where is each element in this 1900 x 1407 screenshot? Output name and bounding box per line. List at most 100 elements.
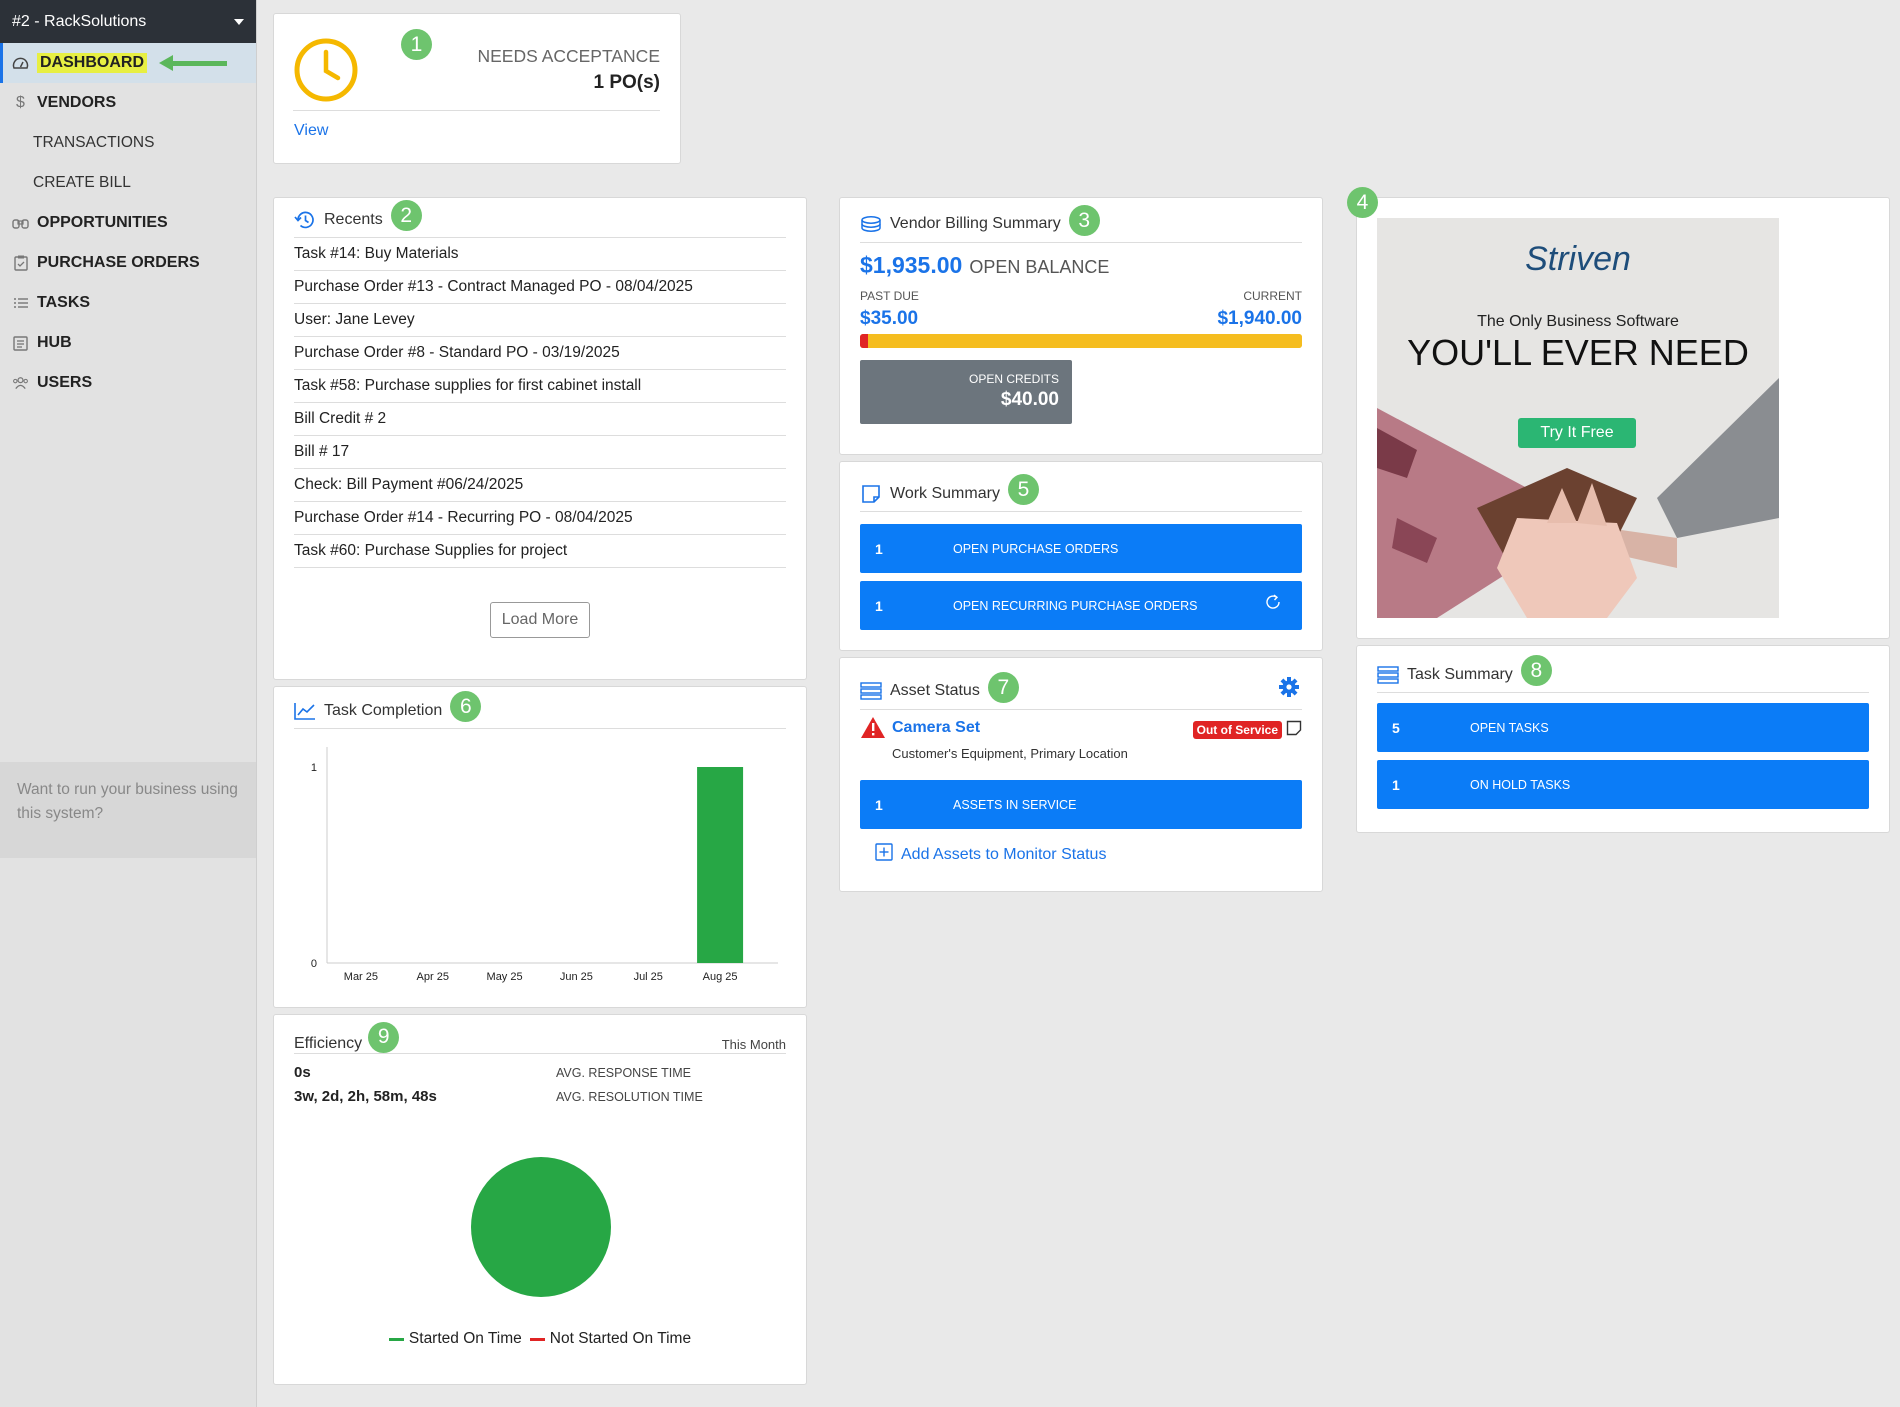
sidebar-item-purchase-orders[interactable]: PURCHASE ORDERS [0,243,256,283]
clock-icon [294,38,358,102]
recent-item[interactable]: Check: Bill Payment #06/24/2025 [294,469,786,502]
sidebar-item-label: USERS [37,374,93,391]
vendor-billing-card: Vendor Billing Summary 3 $1,935.00 OPEN … [839,197,1323,455]
past-due-fill [860,334,868,348]
recent-item[interactable]: Task #60: Purchase Supplies for project [294,535,786,568]
sidebar-item-label: PURCHASE ORDERS [37,254,200,271]
past-due-amount[interactable]: $35.00 [860,308,918,330]
row-label: OPEN RECURRING PURCHASE ORDERS [953,598,1198,613]
legend-item-not-started-on-time[interactable]: Not Started On Time [529,1330,691,1348]
open-balance-amount[interactable]: $1,935.00 [860,252,962,279]
sidebar-promo[interactable]: Want to run your business using this sys… [0,762,256,858]
add-assets-link[interactable]: Add Assets to Monitor Status [860,843,1302,866]
x-tick-label: Aug 25 [703,971,738,983]
sidebar-item-label: CREATE BILL [33,174,131,191]
load-more-button[interactable]: Load More [489,602,591,638]
on-hold-tasks-row[interactable]: 1 ON HOLD TASKS [1377,760,1869,809]
asset-name-link[interactable]: Camera Set [892,719,980,737]
efficiency-pie-chart [471,1157,611,1297]
recent-item[interactable]: Bill Credit # 2 [294,403,786,436]
aging-bar [860,334,1302,348]
billing-header: Vendor Billing Summary 3 [860,205,1302,243]
asset-list-icon [860,681,882,701]
note-icon[interactable] [1286,720,1302,741]
sidebar-item-label: OPPORTUNITIES [37,214,168,231]
row-label: ASSETS IN SERVICE [953,797,1077,812]
recents-list: Task #14: Buy Materials Purchase Order #1… [294,238,786,568]
open-credits-label: OPEN CREDITS [968,372,1059,386]
annotation-badge: 1 [401,29,432,60]
assets-in-service-row[interactable]: 1 ASSETS IN SERVICE [860,780,1302,829]
current-label: CURRENT [1243,289,1302,303]
current-amount[interactable]: $1,940.00 [1217,308,1302,330]
dashboard-icon [12,55,29,72]
sidebar-item-opportunities[interactable]: OPPORTUNITIES [0,203,256,243]
ad-cta-button[interactable]: Try It Free [1518,418,1636,448]
recent-item[interactable]: Task #58: Purchase supplies for first ca… [294,370,786,403]
task-summary-card: Task Summary 8 5 OPEN TASKS 1 ON HOLD TA… [1356,645,1890,833]
open-purchase-orders-row[interactable]: 1 OPEN PURCHASE ORDERS [860,524,1302,573]
efficiency-period[interactable]: This Month [722,1037,786,1052]
x-tick-label: Jun 25 [560,971,593,983]
recent-item[interactable]: User: Jane Levey [294,304,786,337]
work-summary-title: Work Summary [890,484,1000,502]
x-tick-label: Apr 25 [417,971,449,983]
open-tasks-row[interactable]: 5 OPEN TASKS [1377,703,1869,752]
warning-icon [860,716,886,744]
recent-item[interactable]: Task #14: Buy Materials [294,238,786,271]
annotation-badge: 9 [368,1021,400,1053]
out-of-service-badge: Out of Service [1192,721,1282,739]
row-label: OPEN PURCHASE ORDERS [953,541,1119,556]
row-count: 1 [875,796,883,813]
asset-status-header: Asset Status 7 [860,672,1302,710]
users-icon [12,375,29,392]
binoculars-icon [12,215,29,232]
open-credits-box[interactable]: OPEN CREDITS $40.00 [860,360,1072,424]
open-credits-amount: $40.00 [1000,389,1059,410]
company-switcher[interactable]: #2 - RackSolutions [0,0,256,43]
ad-headline: YOU'LL EVER NEED [1407,332,1749,373]
legend-swatch [529,1337,545,1341]
row-label: ON HOLD TASKS [1470,777,1571,792]
needs-acceptance-title: NEEDS ACCEPTANCE [477,46,661,66]
sidebar-item-label: TRANSACTIONS [33,134,155,151]
caret-down-icon [234,18,244,25]
x-tick-label: Jul 25 [634,971,663,983]
recent-item[interactable]: Bill # 17 [294,436,786,469]
pie-slice[interactable] [471,1157,611,1297]
open-recurring-purchase-orders-row[interactable]: 1 OPEN RECURRING PURCHASE ORDERS [860,581,1302,630]
note-icon [860,484,882,504]
task-summary-header: Task Summary 8 [1377,655,1869,693]
view-link[interactable]: View [294,122,328,140]
open-balance-label: OPEN BALANCE [969,257,1110,277]
sidebar-item-tasks[interactable]: TASKS [0,283,256,323]
legend-label: Started On Time [408,1330,522,1347]
sidebar-item-users[interactable]: USERS [0,363,256,403]
history-icon [294,210,316,230]
sidebar-item-vendors[interactable]: $ VENDORS [0,83,256,123]
efficiency-header: Efficiency 9 This Month [294,1021,786,1054]
task-completion-card: Task Completion 6 0 1 Mar 25 Apr 25 May 25 Ju… [273,686,807,1008]
annotation-badge: 3 [1068,205,1100,236]
task-completion-chart: 0 1 Mar 25 Apr 25 May 25 Jun 25 Jul 25 Aug 25 [311,747,778,983]
recent-item[interactable]: Purchase Order #8 - Standard PO - 03/19/… [294,337,786,370]
clipboard-icon [12,255,29,272]
annotation-badge: 5 [1007,474,1039,505]
recent-item[interactable]: Purchase Order #13 - Contract Managed PO… [294,271,786,304]
gear-icon[interactable] [1278,676,1300,703]
recent-item[interactable]: Purchase Order #14 - Recurring PO - 08/0… [294,502,786,535]
sidebar-item-hub[interactable]: HUB [0,323,256,363]
y-tick-label: 0 [311,958,317,970]
ad-banner[interactable]: Striven The Only Business Software YOU'L… [1377,218,1779,618]
efficiency-legend: Started On Time Not Started On Time [274,1330,806,1348]
ad-card: Striven The Only Business Software YOU'L… [1356,197,1890,639]
task-summary-title: Task Summary [1407,665,1513,683]
x-tick-label: Mar 25 [344,971,378,983]
response-time-label: AVG. RESPONSE TIME [556,1066,691,1080]
legend-item-started-on-time[interactable]: Started On Time [388,1330,522,1348]
sidebar-item-dashboard[interactable]: DASHBOARD [0,43,256,83]
efficiency-card: Efficiency 9 This Month 0s AVG. RESPONSE… [273,1014,807,1385]
past-due-label: PAST DUE [860,289,919,303]
sidebar-item-create-bill[interactable]: CREATE BILL [0,163,256,203]
sidebar-item-transactions[interactable]: TRANSACTIONS [0,123,256,163]
